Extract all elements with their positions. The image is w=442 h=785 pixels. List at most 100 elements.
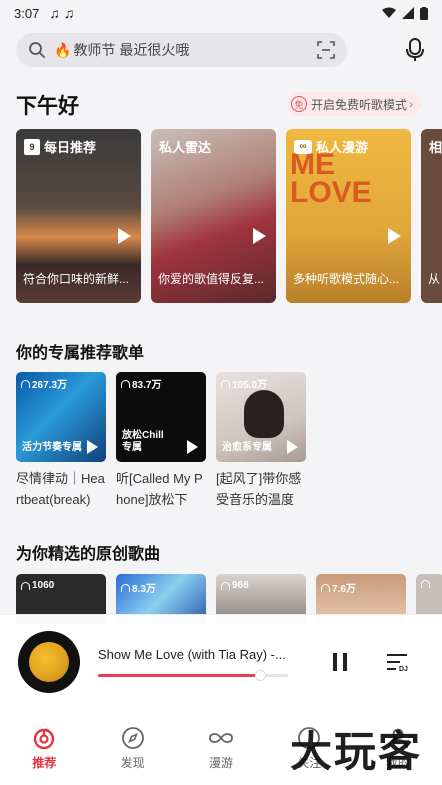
- bottom-tab-bar: 推荐 发现 漫游 关注 我的: [0, 710, 442, 785]
- calendar-icon: 9: [24, 138, 40, 155]
- mini-player[interactable]: Show Me Love (with Tia Ray) -... DJ: [0, 614, 442, 710]
- status-time: 3:07: [14, 5, 40, 21]
- card-title-text: 私人漫游: [316, 140, 369, 155]
- tab-roam[interactable]: 漫游: [177, 710, 265, 785]
- playlist-cover[interactable]: 83.7万 放松Chill 专属: [116, 372, 206, 462]
- fire-icon: 🔥: [54, 41, 72, 58]
- tab-label: 发现: [120, 756, 145, 770]
- tab-recommend[interactable]: 推荐: [0, 710, 88, 785]
- now-playing-title: Show Me Love (with Tia Ray) -...: [98, 647, 286, 662]
- headphone-icon: [221, 379, 230, 388]
- card-desc: 多种听歌模式随心...: [293, 272, 400, 286]
- portrait-image: [244, 390, 284, 438]
- headphone-icon: [321, 583, 330, 592]
- playlist-cover[interactable]: 105.0万 治愈系专属: [216, 372, 306, 462]
- tab-label: 推荐: [32, 756, 57, 770]
- play-count-value: 83.7万: [132, 380, 162, 391]
- play-count-value: 1060: [32, 580, 55, 591]
- playlist-name: 听[Called My Phone]放松下: [116, 471, 203, 507]
- pause-icon[interactable]: [333, 653, 347, 671]
- tab-discover[interactable]: 发现: [88, 710, 176, 785]
- card-title: ∞ 私人漫游: [294, 137, 368, 156]
- play-icon[interactable]: [253, 228, 266, 244]
- card-title: 9 每日推荐: [24, 137, 96, 156]
- music-note-icon: ♫: [49, 5, 60, 21]
- play-count: 7.6万: [321, 580, 356, 595]
- headphone-icon: [121, 379, 130, 388]
- progress-bar[interactable]: [98, 670, 288, 681]
- netease-music-icon: [34, 728, 55, 750]
- album-art: [29, 642, 69, 682]
- infinity-icon: [209, 733, 233, 743]
- partial-card[interactable]: 相 从: [421, 129, 442, 303]
- user-icon: [387, 728, 408, 749]
- playlist-cover[interactable]: 267.3万 活力节奏专属: [16, 372, 106, 462]
- album-disc[interactable]: [18, 631, 80, 693]
- cover-art-text: ME LOVE: [290, 148, 372, 209]
- play-count: 83.7万: [121, 376, 161, 391]
- originals-section-title: 为你精选的原创歌曲: [16, 546, 161, 563]
- play-count-value: 267.3万: [32, 380, 68, 391]
- recommend-cards: 9 每日推荐 符合你口味的新鲜... 私人雷达 你爱的歌值得反复... ME L…: [16, 129, 442, 303]
- private-radar-card[interactable]: 私人雷达 你爱的歌值得反复...: [151, 129, 276, 303]
- progress-knob[interactable]: [254, 670, 266, 681]
- playlist-item[interactable]: 105.0万 治愈系专属 [起风了]带你感受音乐的温度: [216, 372, 306, 510]
- playlist-queue-icon[interactable]: DJ: [386, 652, 408, 672]
- search-icon: [29, 42, 45, 58]
- play-icon[interactable]: [187, 440, 198, 454]
- cover-label: 放松Chill 专属: [122, 430, 164, 453]
- search-placeholder: 教师节 最近很火哦: [73, 42, 190, 58]
- playlist-name: [起风了]带你感受音乐的温度: [216, 471, 302, 507]
- play-count: 267.3万: [21, 376, 67, 391]
- tab-follow[interactable]: 关注: [265, 710, 353, 785]
- cover-label: 活力节奏专属: [22, 442, 82, 453]
- free-mode-button[interactable]: 免 开启免费听歌模式 ›: [287, 92, 422, 116]
- private-roam-card[interactable]: ME LOVE ∞ 私人漫游 多种听歌模式随心...: [286, 129, 411, 303]
- card-title-text: 相: [429, 140, 442, 155]
- status-right: [382, 6, 428, 20]
- greeting-title: 下午好: [16, 95, 79, 118]
- play-count: 105.0万: [221, 376, 267, 391]
- play-count-value: 968: [232, 580, 249, 591]
- headphone-icon: [21, 379, 30, 388]
- wifi-icon: [382, 7, 396, 18]
- cover-label: 治愈系专属: [222, 442, 272, 453]
- infinity-icon: ∞: [294, 139, 312, 154]
- headphone-icon: [121, 583, 130, 592]
- playlist-row: 267.3万 活力节奏专属 尽情律动｜Heartbeat(break) 83.7…: [16, 372, 306, 510]
- tab-label: 关注: [297, 756, 322, 770]
- play-count: 968: [221, 580, 249, 591]
- microphone-icon[interactable]: [404, 38, 426, 62]
- play-icon[interactable]: [87, 440, 98, 454]
- tab-mine[interactable]: 我的: [354, 710, 442, 785]
- play-count-value: 7.6万: [332, 584, 356, 595]
- play-icon[interactable]: [287, 440, 298, 454]
- playlist-item[interactable]: 267.3万 活力节奏专属 尽情律动｜Heartbeat(break): [16, 372, 106, 510]
- play-count: 1060: [21, 580, 54, 591]
- search-row: 🔥 教师节 最近很火哦: [16, 32, 426, 68]
- playlists-section-title: 你的专属推荐歌单: [16, 345, 145, 362]
- music-note-icon: ♫: [63, 5, 75, 21]
- card-desc: 从: [428, 272, 441, 286]
- play-icon[interactable]: [388, 228, 401, 244]
- card-desc: 你爱的歌值得反复...: [158, 272, 265, 286]
- free-badge: 免: [291, 96, 307, 112]
- playlist-name: 尽情律动｜Heartbeat(break): [16, 471, 105, 507]
- progress-fill: [98, 674, 260, 677]
- music-notification-icons: ♫ ♫: [49, 5, 74, 21]
- tab-label: 漫游: [209, 756, 234, 770]
- search-input[interactable]: 🔥 教师节 最近很火哦: [16, 33, 347, 67]
- card-title: 相: [429, 137, 442, 156]
- play-count-value: 105.0万: [232, 380, 268, 391]
- play-icon[interactable]: [118, 228, 131, 244]
- chevron-right-icon: ›: [409, 97, 414, 111]
- headphone-icon: [421, 580, 430, 588]
- status-bar: 3:07 ♫ ♫: [0, 0, 442, 26]
- scan-icon[interactable]: [317, 41, 335, 59]
- daily-recommend-card[interactable]: 9 每日推荐 符合你口味的新鲜...: [16, 129, 141, 303]
- card-title: 私人雷达: [159, 137, 211, 156]
- free-mode-label: 开启免费听歌模式: [311, 97, 408, 112]
- card-desc: 符合你口味的新鲜...: [23, 272, 130, 286]
- tab-label: 我的: [385, 756, 410, 770]
- playlist-item[interactable]: 83.7万 放松Chill 专属 听[Called My Phone]放松下: [116, 372, 206, 510]
